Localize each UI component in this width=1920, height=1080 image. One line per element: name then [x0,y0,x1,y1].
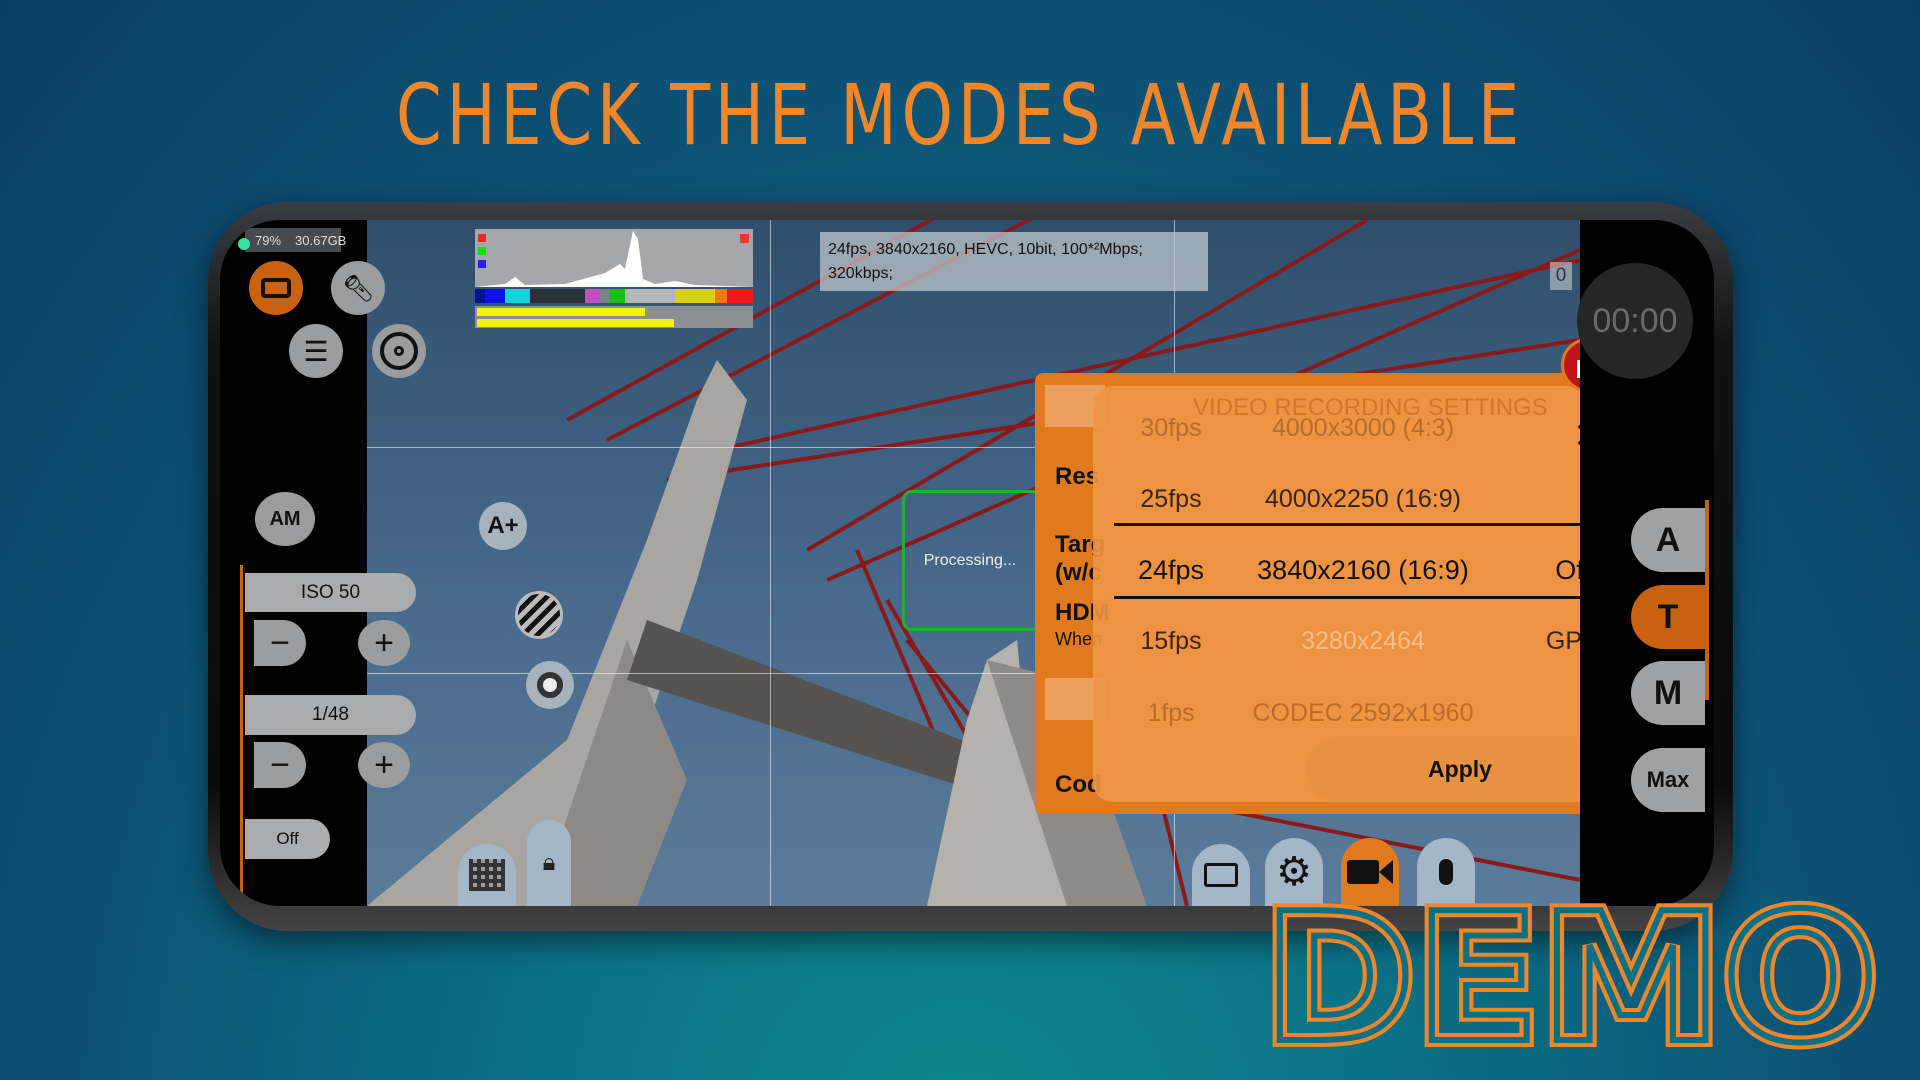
option-extra: Off [1555,554,1580,585]
status-dot [238,238,250,250]
auto-manual-toggle-icon[interactable]: AM [255,492,315,546]
shutter-value[interactable]: 1/48 [245,695,416,735]
off-toggle[interactable]: Off [245,819,330,859]
shutter-increase-button[interactable]: + [358,742,410,788]
flashlight-icon[interactable]: 🔦︎ [331,261,385,315]
storage-free: 30.67GB [295,232,347,248]
mode-accent [1705,500,1709,700]
frame-rate-option[interactable]: 30fps 4000x3000 (4:3) [1093,398,1580,458]
option-resolution: 4000x3000 (4:3) [1271,413,1455,442]
battery-level: 79% [255,232,282,248]
recording-info: 24fps, 3840x2160, HEVC, 10bit, 100*²Mbps… [820,232,1208,291]
grid-toggle-icon[interactable] [458,844,516,906]
info-line-2: 320kbps; [828,265,893,282]
iso-increase-button[interactable]: + [358,620,410,666]
option-resolution: 4000x2250 (16:9) [1265,484,1461,513]
zebra-icon[interactable] [515,591,563,639]
option-extra: GPU [1545,626,1580,655]
info-line-1: 24fps, 3840x2160, HEVC, 10bit, 100*²Mbps… [828,241,1143,258]
mode-tv-button[interactable]: T [1631,585,1705,649]
iso-decrease-button[interactable]: − [254,620,306,666]
auto-focus-plus-icon[interactable]: A+ [479,502,527,550]
adjustments-sliders-icon[interactable]: ☰ [289,324,343,378]
shutter-decrease-button[interactable]: − [254,742,306,788]
folder-icon[interactable] [1192,844,1250,906]
demo-watermark: DEMO DEMO [1256,890,1885,1060]
clip-counter: 0 [1550,262,1572,290]
banner-title: CHECK THE MODES AVAILABLE [396,66,1524,164]
apply-button[interactable]: Apply [1306,737,1580,802]
viewfinder[interactable]: 24fps, 3840x2160, HEVC, 10bit, 100*²Mbps… [367,220,1580,906]
camera-screen: 24fps, 3840x2160, HEVC, 10bit, 100*²Mbps… [220,220,1714,906]
video-settings-dialog: Res Targ (w/c HDM When Cod VIDEO RECORDIN… [1035,373,1580,814]
processing-indicator: Processing... [902,490,1035,631]
frame-rate-option[interactable]: 24fps3840x2160 (16:9)Off [1093,540,1580,600]
mode-auto-button[interactable]: A [1631,508,1705,572]
frame-rate-option[interactable]: 1fps CODEC 2592x1960 [1093,683,1580,743]
histogram [475,229,753,329]
option-resolution: CODEC 2592x1960 [1252,698,1474,727]
aperture-icon[interactable] [526,661,574,709]
frame-rate-picker[interactable]: VIDEO RECORDING SETTINGS 30fps 4000x3000 … [1093,386,1580,802]
frame-rate-option[interactable]: 15fps3280x2464GPU [1093,611,1580,671]
grid-line [770,220,771,906]
mode-manual-button[interactable]: M [1631,661,1705,725]
recording-timer: 00:00 [1577,263,1693,379]
option-resolution: 3840x2160 (16:9) [1257,554,1469,585]
iso-value[interactable]: ISO 50 [245,573,416,612]
option-resolution: 3280x2464 [1301,626,1425,655]
lock-exposure-icon[interactable]: 🔒︎ [527,820,571,906]
status-bar: 79% 30.67GB [245,228,346,252]
close-icon[interactable]: ✕ [1573,418,1580,454]
max-button[interactable]: Max [1631,748,1705,812]
disc-icon[interactable] [372,324,426,378]
audio-level-right [477,319,674,327]
panel-accent-orange [240,565,243,906]
orientation-icon[interactable] [249,261,303,315]
audio-level-left [477,308,645,316]
demo-watermark-inner: DEMO [1263,890,1878,1060]
frame-rate-option[interactable]: 25fps 4000x2250 (16:9) [1093,469,1580,529]
